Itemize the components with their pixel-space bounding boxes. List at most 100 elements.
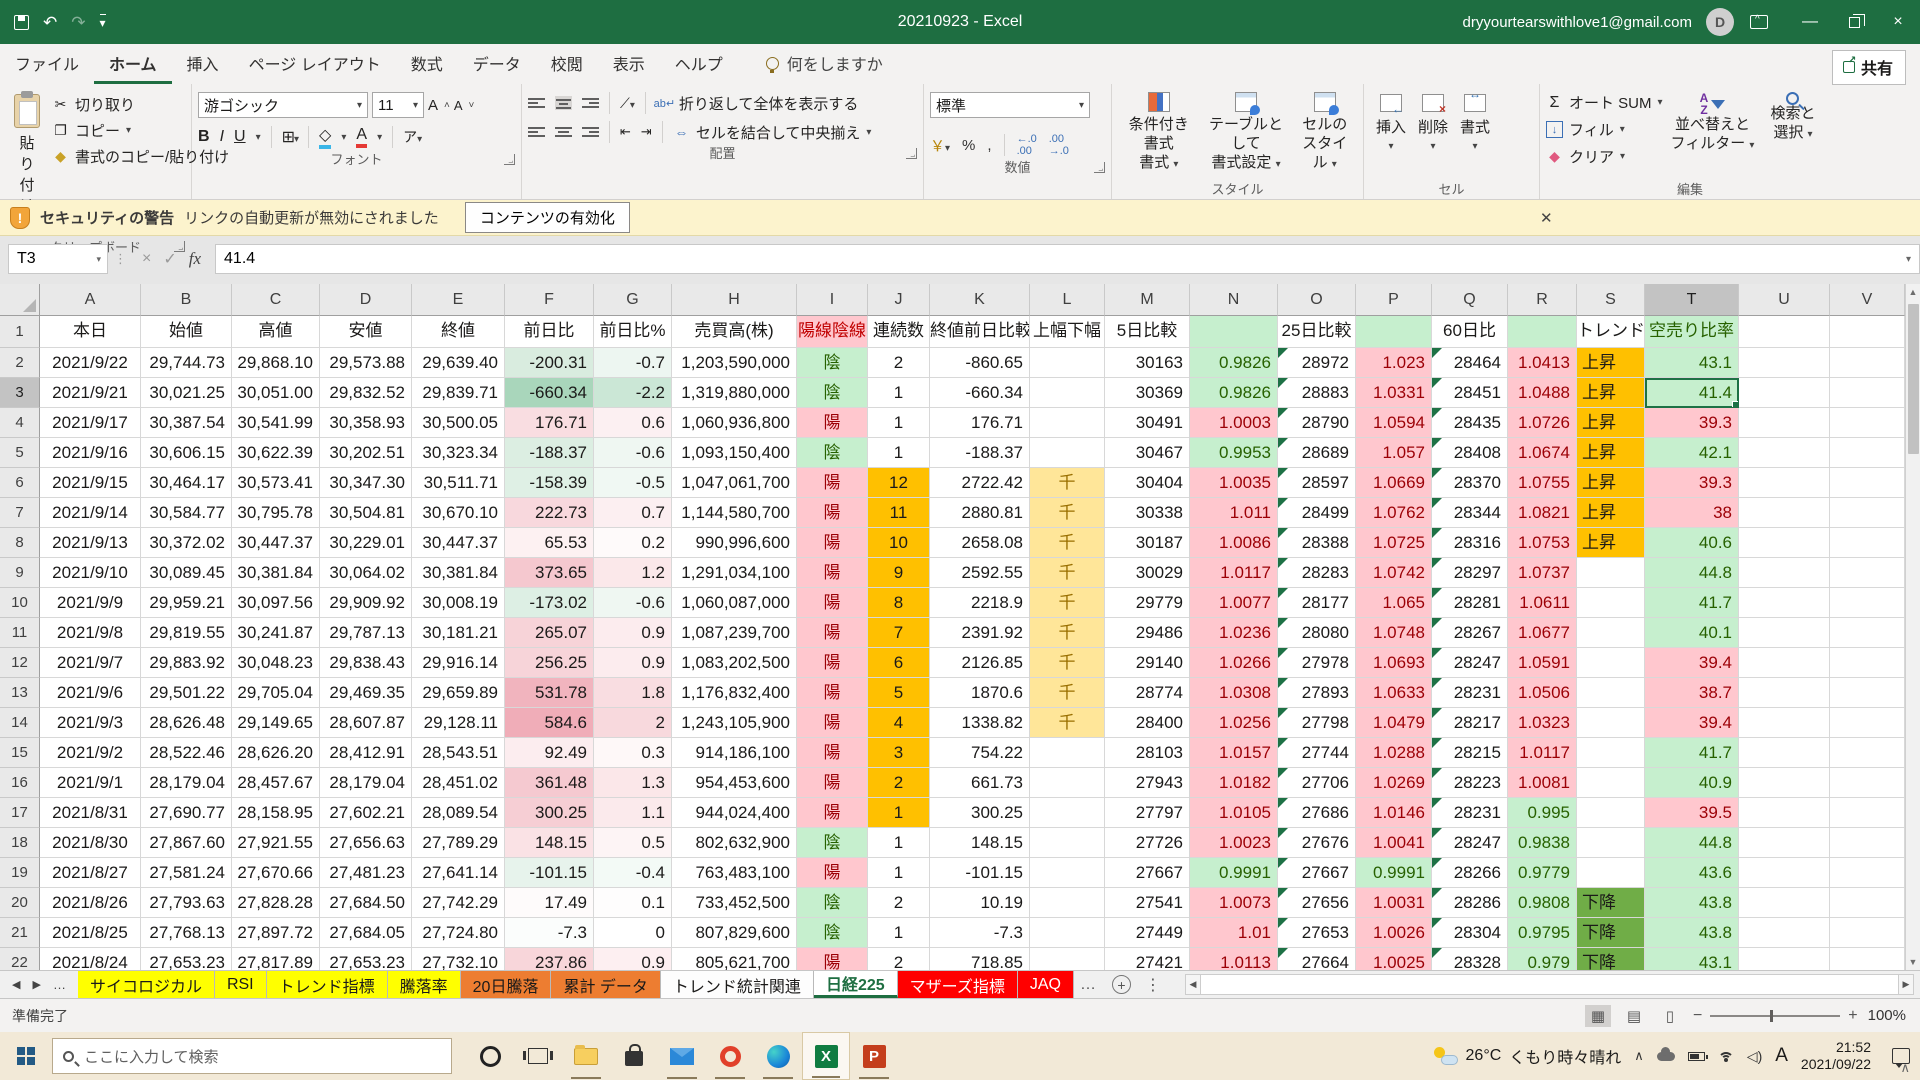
row-header-6[interactable]: 6 <box>0 468 40 498</box>
cell-D18[interactable]: 27,656.63 <box>320 828 412 858</box>
cell-M22[interactable]: 27421 <box>1105 948 1190 970</box>
cell-D13[interactable]: 29,469.35 <box>320 678 412 708</box>
conditional-formatting-button[interactable]: 条件付き書式書式 ▾ <box>1118 88 1200 176</box>
cell-H7[interactable]: 1,144,580,700 <box>672 498 797 528</box>
cell-B4[interactable]: 30,387.54 <box>141 408 232 438</box>
format-as-table-button[interactable]: テーブルとして書式設定 ▾ <box>1200 88 1293 176</box>
cell-E1[interactable]: 終値 <box>412 316 505 348</box>
cell-K4[interactable]: 176.71 <box>930 408 1030 438</box>
cell-T4[interactable]: 39.3 <box>1645 408 1739 438</box>
cell-A14[interactable]: 2021/9/3 <box>40 708 141 738</box>
cell-Q9[interactable]: 28297 <box>1432 558 1508 588</box>
cell-V5[interactable] <box>1830 438 1905 468</box>
cell-I6[interactable]: 陽 <box>797 468 868 498</box>
cell-C22[interactable]: 27,817.89 <box>232 948 320 970</box>
cell-V19[interactable] <box>1830 858 1905 888</box>
cell-J1[interactable]: 連続数 <box>868 316 930 348</box>
cell-C14[interactable]: 29,149.65 <box>232 708 320 738</box>
cell-T2[interactable]: 43.1 <box>1645 348 1739 378</box>
cell-A3[interactable]: 2021/9/21 <box>40 378 141 408</box>
sheet-tab-日経225[interactable]: 日経225 <box>814 971 898 998</box>
cell-P11[interactable]: 1.0748 <box>1356 618 1432 648</box>
orientation-button[interactable]: ⟋▾ <box>620 95 635 112</box>
row-header-15[interactable]: 15 <box>0 738 40 768</box>
cell-Q21[interactable]: 28304 <box>1432 918 1508 948</box>
cell-S5[interactable]: 上昇 <box>1577 438 1645 468</box>
horizontal-scroll-thumb[interactable] <box>1201 974 1898 995</box>
cell-B18[interactable]: 27,867.60 <box>141 828 232 858</box>
cell-S12[interactable] <box>1577 648 1645 678</box>
task-view-icon[interactable] <box>514 1032 562 1080</box>
cell-P12[interactable]: 1.0693 <box>1356 648 1432 678</box>
cell-D21[interactable]: 27,684.05 <box>320 918 412 948</box>
cell-I14[interactable]: 陽 <box>797 708 868 738</box>
cell-F6[interactable]: -158.39 <box>505 468 594 498</box>
cell-D10[interactable]: 29,909.92 <box>320 588 412 618</box>
cell-K20[interactable]: 10.19 <box>930 888 1030 918</box>
cell-T21[interactable]: 43.8 <box>1645 918 1739 948</box>
cell-B17[interactable]: 27,690.77 <box>141 798 232 828</box>
cell-H8[interactable]: 990,996,600 <box>672 528 797 558</box>
cell-H1[interactable]: 売買高(株) <box>672 316 797 348</box>
decrease-font-button[interactable]: A˅ <box>454 98 475 113</box>
cell-G10[interactable]: -0.6 <box>594 588 672 618</box>
cell-U4[interactable] <box>1739 408 1830 438</box>
cell-P18[interactable]: 1.0041 <box>1356 828 1432 858</box>
cell-O22[interactable]: 27664 <box>1278 948 1356 970</box>
column-header-G[interactable]: G <box>594 284 672 316</box>
cell-P6[interactable]: 1.0669 <box>1356 468 1432 498</box>
row-header-16[interactable]: 16 <box>0 768 40 798</box>
cell-Q13[interactable]: 28231 <box>1432 678 1508 708</box>
tab-review[interactable]: 校閲 <box>536 43 598 84</box>
zoom-out-button[interactable]: − <box>1693 1007 1702 1025</box>
cell-C16[interactable]: 28,457.67 <box>232 768 320 798</box>
cell-C9[interactable]: 30,381.84 <box>232 558 320 588</box>
cell-U22[interactable] <box>1739 948 1830 970</box>
cell-L10[interactable]: 千 <box>1030 588 1105 618</box>
cell-V17[interactable] <box>1830 798 1905 828</box>
cell-S18[interactable] <box>1577 828 1645 858</box>
cell-M1[interactable]: 5日比較 <box>1105 316 1190 348</box>
cell-U17[interactable] <box>1739 798 1830 828</box>
sheet-tab-マザーズ指標[interactable]: マザーズ指標 <box>898 971 1018 998</box>
cell-G4[interactable]: 0.6 <box>594 408 672 438</box>
cell-N16[interactable]: 1.0182 <box>1190 768 1278 798</box>
row-header-20[interactable]: 20 <box>0 888 40 918</box>
column-header-E[interactable]: E <box>412 284 505 316</box>
sheet-tab-JAQ[interactable]: JAQ <box>1018 971 1074 998</box>
cell-I7[interactable]: 陽 <box>797 498 868 528</box>
cell-B9[interactable]: 30,089.45 <box>141 558 232 588</box>
cell-A15[interactable]: 2021/9/2 <box>40 738 141 768</box>
cell-J11[interactable]: 7 <box>868 618 930 648</box>
cell-T19[interactable]: 43.6 <box>1645 858 1739 888</box>
cell-K7[interactable]: 2880.81 <box>930 498 1030 528</box>
cell-G1[interactable]: 前日比% <box>594 316 672 348</box>
cell-G15[interactable]: 0.3 <box>594 738 672 768</box>
font-color-button[interactable]: A <box>356 126 367 148</box>
normal-view-button[interactable]: ▦ <box>1585 1005 1611 1027</box>
volume-icon[interactable]: ◁) <box>1747 1048 1762 1065</box>
cell-I3[interactable]: 陰 <box>797 378 868 408</box>
minimize-button[interactable]: — <box>1788 0 1832 44</box>
taskbar-clock[interactable]: 21:52 2021/09/22 <box>1801 1039 1871 1074</box>
row-header-10[interactable]: 10 <box>0 588 40 618</box>
cell-I11[interactable]: 陽 <box>797 618 868 648</box>
cell-D12[interactable]: 29,838.43 <box>320 648 412 678</box>
cell-R7[interactable]: 1.0821 <box>1508 498 1577 528</box>
cell-D8[interactable]: 30,229.01 <box>320 528 412 558</box>
cell-R22[interactable]: 0.979 <box>1508 948 1577 970</box>
cell-J20[interactable]: 2 <box>868 888 930 918</box>
decrease-decimal-button[interactable]: .00→.0 <box>1049 133 1069 157</box>
cell-M14[interactable]: 28400 <box>1105 708 1190 738</box>
excel-taskbar-icon[interactable]: X <box>802 1032 850 1080</box>
cell-T15[interactable]: 41.7 <box>1645 738 1739 768</box>
cell-H17[interactable]: 944,024,400 <box>672 798 797 828</box>
cell-V7[interactable] <box>1830 498 1905 528</box>
cell-M4[interactable]: 30491 <box>1105 408 1190 438</box>
mail-icon[interactable] <box>658 1032 706 1080</box>
cell-A5[interactable]: 2021/9/16 <box>40 438 141 468</box>
cell-U3[interactable] <box>1739 378 1830 408</box>
cell-J13[interactable]: 5 <box>868 678 930 708</box>
column-header-J[interactable]: J <box>868 284 930 316</box>
cell-K8[interactable]: 2658.08 <box>930 528 1030 558</box>
